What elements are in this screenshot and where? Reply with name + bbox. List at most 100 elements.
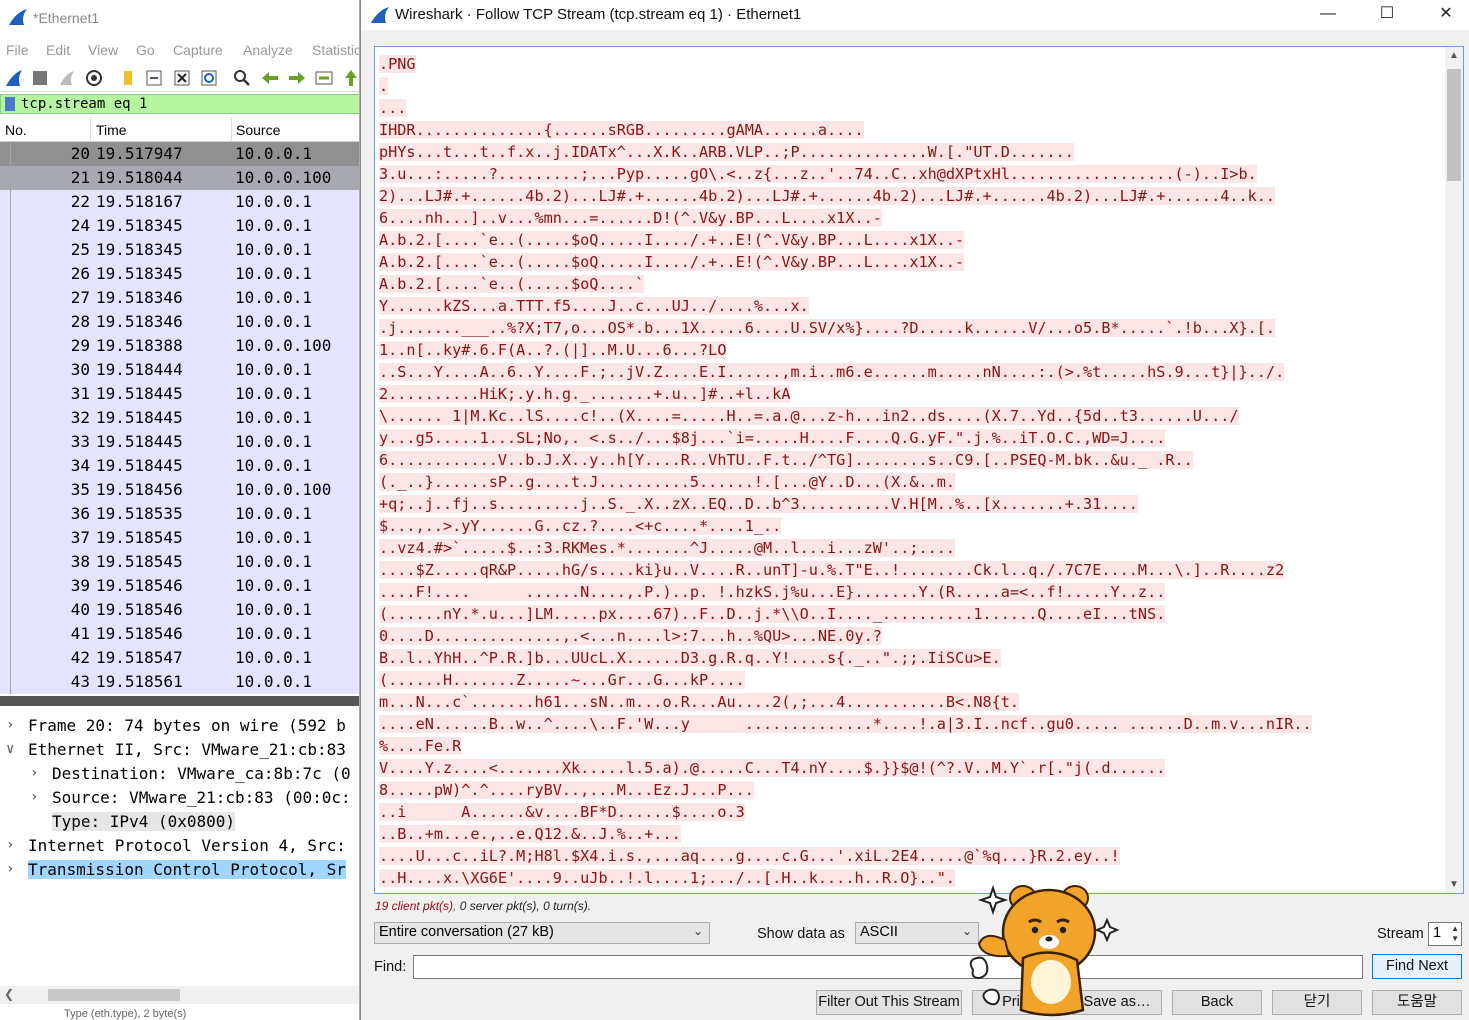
start-capture-icon[interactable] [4, 68, 24, 88]
scroll-left-icon[interactable]: ❮ [4, 987, 14, 1001]
packet-number: 20 [70, 144, 90, 163]
packet-row[interactable]: 43 19.518561 10.0.0.1 [0, 670, 359, 694]
packet-row[interactable]: 26 19.518345 10.0.0.1 [0, 262, 359, 286]
packet-row[interactable]: 36 19.518535 10.0.0.1 [0, 502, 359, 526]
packet-row[interactable]: 35 19.518456 10.0.0.100 [0, 478, 359, 502]
stream-line: 2..........HiK;.y.h.g._.......+.u..]#..+… [379, 383, 1443, 405]
stream-line: $...,..>.yY......G..cz.?....<+c....*....… [379, 515, 1443, 537]
go-back-icon[interactable] [260, 68, 280, 88]
packet-row[interactable]: 39 19.518546 10.0.0.1 [0, 574, 359, 598]
menu-capture[interactable]: Capture [173, 42, 223, 58]
packet-time: 19.518388 [96, 336, 183, 355]
packet-source: 10.0.0.1 [235, 648, 313, 667]
tree-item[interactable]: › Destination: VMware_ca:8b:7c (0 [0, 762, 359, 786]
packet-row[interactable]: 34 19.518445 10.0.0.1 [0, 454, 359, 478]
packet-source: 10.0.0.1 [235, 528, 313, 547]
reload-file-icon[interactable] [199, 68, 219, 88]
column-source[interactable]: Source [236, 122, 280, 138]
stream-line-text: ..S...Y....A..6..Y....F.;..jV.Z....E.I..… [379, 363, 1285, 381]
packet-row[interactable]: 27 19.518346 10.0.0.1 [0, 286, 359, 310]
chevron-right-icon[interactable]: › [6, 861, 18, 877]
spin-down-icon[interactable]: ▼ [1451, 934, 1459, 943]
close-file-icon[interactable] [172, 68, 192, 88]
packet-row[interactable]: 22 19.518167 10.0.0.1 [0, 190, 359, 214]
tree-item[interactable]: › Frame 20: 74 bytes on wire (592 b [0, 714, 359, 738]
packet-number: 36 [70, 504, 90, 523]
packet-row[interactable]: 37 19.518545 10.0.0.1 [0, 526, 359, 550]
packet-row[interactable]: 20 19.517947 10.0.0.1 [0, 142, 359, 166]
chevron-right-icon[interactable]: › [6, 837, 18, 853]
chevron-right-icon[interactable]: › [30, 765, 42, 781]
packet-time: 19.518456 [96, 480, 183, 499]
packet-row[interactable]: 32 19.518445 10.0.0.1 [0, 406, 359, 430]
packet-source: 10.0.0.1 [235, 552, 313, 571]
stream-line-text: ..vz4.#>`.....$..:3.RKMes.*.......^J....… [379, 539, 956, 557]
show-data-select[interactable]: ASCII ⌄ [855, 922, 979, 944]
packet-row[interactable]: 41 19.518546 10.0.0.1 [0, 622, 359, 646]
packet-source: 10.0.0.100 [235, 168, 332, 187]
save-file-icon[interactable] [144, 68, 164, 88]
close-button[interactable]: 닫기 [1272, 990, 1362, 1015]
back-button[interactable]: Back [1172, 990, 1262, 1015]
restart-capture-icon[interactable] [57, 68, 77, 88]
tree-item[interactable]: › Source: VMware_21:cb:83 (00:0c: [0, 786, 359, 810]
filter-out-stream-button[interactable]: Filter Out This Stream [816, 990, 962, 1015]
packet-row[interactable]: 38 19.518545 10.0.0.1 [0, 550, 359, 574]
menu-view[interactable]: View [88, 42, 118, 58]
tree-item[interactable]: › Transmission Control Protocol, Sr [0, 858, 359, 882]
scrollbar-thumb[interactable] [48, 989, 180, 1001]
chevron-down-icon[interactable]: ∨ [6, 741, 18, 757]
go-forward-icon[interactable] [287, 68, 307, 88]
capture-options-icon[interactable] [84, 68, 104, 88]
find-input[interactable] [413, 955, 1363, 979]
display-filter-input[interactable]: tcp.stream eq 1 [21, 96, 147, 112]
maximize-button[interactable]: ☐ [1364, 0, 1410, 30]
vertical-scrollbar[interactable]: ▲ ▼ [1445, 47, 1463, 893]
close-window-button[interactable]: ✕ [1423, 0, 1469, 30]
stream-number-spinbox[interactable]: 1 ▲ ▼ [1428, 922, 1462, 946]
find-next-button[interactable]: Find Next [1372, 954, 1462, 979]
help-button[interactable]: 도움말 [1372, 990, 1462, 1015]
tree-item[interactable]: › Internet Protocol Version 4, Src: [0, 834, 359, 858]
packet-row[interactable]: 31 19.518445 10.0.0.1 [0, 382, 359, 406]
pane-divider[interactable] [0, 696, 359, 706]
menu-analyze[interactable]: Analyze [243, 42, 293, 58]
tree-item[interactable]: Type: IPv4 (0x0800) [0, 810, 359, 834]
conversation-select[interactable]: Entire conversation (27 kB) ⌄ [374, 922, 710, 944]
packet-row[interactable]: 30 19.518444 10.0.0.1 [0, 358, 359, 382]
menu-statistics[interactable]: Statistic [312, 42, 359, 58]
stream-line: 3.u...:.....?.........;...Pyp.....gO\.<.… [379, 163, 1443, 185]
go-first-icon[interactable] [341, 68, 360, 88]
find-packet-icon[interactable] [232, 68, 252, 88]
packet-row[interactable]: 40 19.518546 10.0.0.1 [0, 598, 359, 622]
menu-edit[interactable]: Edit [46, 42, 70, 58]
packet-row[interactable]: 25 19.518345 10.0.0.1 [0, 238, 359, 262]
column-no[interactable]: No. [5, 122, 27, 138]
minimize-button[interactable]: — [1305, 0, 1351, 30]
packet-row[interactable]: 24 19.518345 10.0.0.1 [0, 214, 359, 238]
bookmark-icon[interactable] [5, 97, 15, 111]
menu-file[interactable]: File [6, 42, 29, 58]
column-time[interactable]: Time [96, 122, 127, 138]
conversation-marker [10, 574, 11, 598]
menu-go[interactable]: Go [136, 42, 155, 58]
open-file-icon[interactable] [118, 68, 138, 88]
packet-row[interactable]: 29 19.518388 10.0.0.100 [0, 334, 359, 358]
spin-up-icon[interactable]: ▲ [1451, 924, 1459, 933]
packet-row[interactable]: 21 19.518044 10.0.0.100 [0, 166, 359, 190]
scroll-down-icon[interactable]: ▼ [1449, 879, 1459, 890]
scroll-up-icon[interactable]: ▲ [1449, 50, 1459, 61]
stream-line-text: 1..n[..ky#.6.F(A..?.(|]..M.U...6...?LO [379, 341, 727, 359]
packet-row[interactable]: 33 19.518445 10.0.0.1 [0, 430, 359, 454]
chevron-right-icon[interactable]: › [30, 789, 42, 805]
stop-capture-icon[interactable] [30, 68, 50, 88]
packet-row[interactable]: 28 19.518346 10.0.0.1 [0, 310, 359, 334]
display-filter-bar[interactable]: tcp.stream eq 1 [0, 94, 359, 114]
go-to-packet-icon[interactable] [314, 68, 334, 88]
stream-content-area[interactable]: .PNG.... IHDR..............{......sRGB...… [374, 46, 1464, 894]
packet-row[interactable]: 42 19.518547 10.0.0.1 [0, 646, 359, 670]
scrollbar-thumb[interactable] [1447, 69, 1461, 181]
chevron-right-icon[interactable]: › [6, 717, 18, 733]
tree-item[interactable]: ∨ Ethernet II, Src: VMware_21:cb:83 [0, 738, 359, 762]
horizontal-scrollbar[interactable]: ❮ [0, 986, 359, 1004]
